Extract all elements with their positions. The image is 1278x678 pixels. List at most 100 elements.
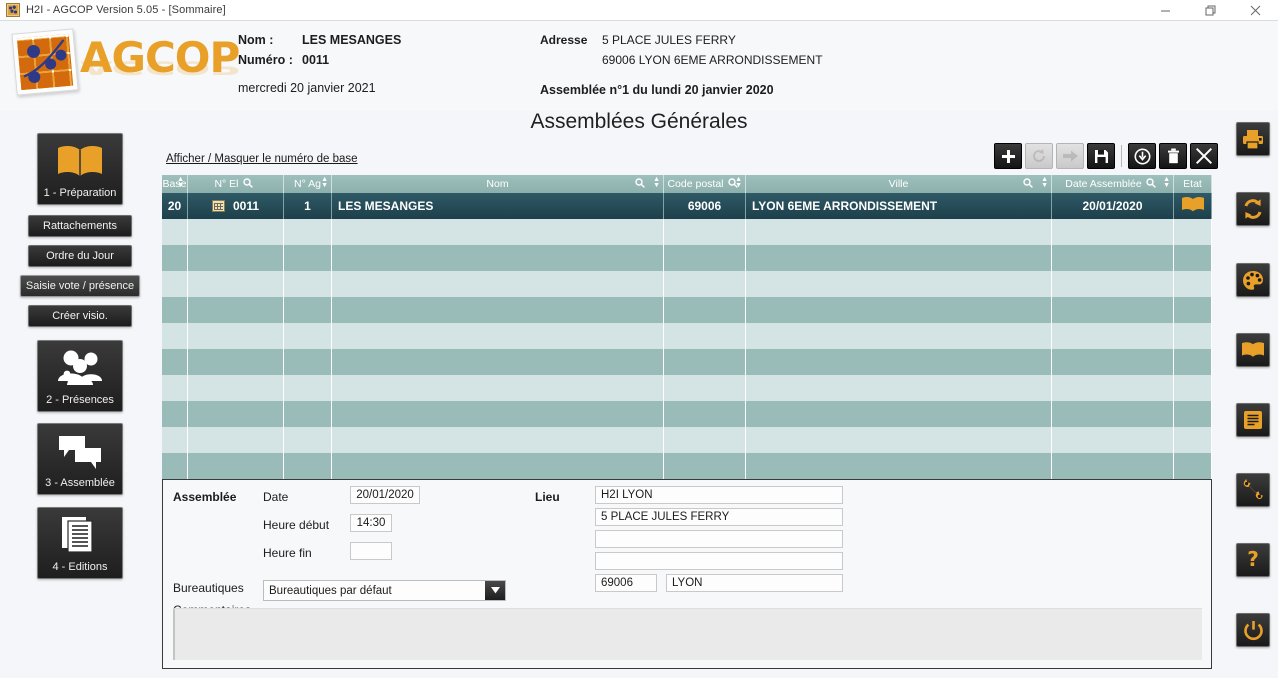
lieu-line-2-input[interactable]: 5 PLACE JULES FERRY bbox=[595, 508, 843, 526]
help-button[interactable]: ? bbox=[1236, 543, 1270, 577]
cell-date: 20/01/2020 bbox=[1052, 193, 1174, 219]
search-icon[interactable] bbox=[1023, 177, 1033, 191]
sidebar-item-creer-visio[interactable]: Créer visio. bbox=[28, 305, 132, 327]
building-icon bbox=[211, 200, 225, 212]
table-row-empty[interactable] bbox=[162, 297, 1212, 323]
sidebar-item-presences[interactable]: 2 - Présences bbox=[37, 340, 123, 412]
lieu-label: Lieu bbox=[535, 490, 560, 504]
wrench-icon bbox=[1243, 479, 1263, 499]
main-panel: Afficher / Masquer le numéro de base Bas… bbox=[160, 111, 1228, 678]
sort-icon[interactable]: ▲ ▼ bbox=[1163, 176, 1170, 189]
current-date: mercredi 20 janvier 2021 bbox=[238, 81, 376, 95]
search-icon[interactable] bbox=[242, 177, 253, 191]
tools-button[interactable] bbox=[1236, 473, 1270, 507]
table-row-empty[interactable] bbox=[162, 271, 1212, 297]
lieu-line-4-input[interactable] bbox=[595, 552, 843, 570]
cell-base: 20 bbox=[162, 193, 188, 219]
column-header-etat[interactable]: Etat bbox=[1174, 175, 1212, 193]
speech-bubbles-icon bbox=[55, 424, 105, 477]
people-group-icon bbox=[54, 341, 106, 394]
column-label-nom: Nom bbox=[486, 178, 509, 190]
sort-icon[interactable]: ▲ ▼ bbox=[735, 176, 742, 189]
sidebar-item-rattachements[interactable]: Rattachements bbox=[28, 215, 132, 237]
lieu-ville-input[interactable]: LYON bbox=[666, 574, 843, 592]
search-icon[interactable] bbox=[635, 177, 645, 191]
table-row-empty[interactable] bbox=[162, 323, 1212, 349]
restore-icon[interactable] bbox=[1188, 0, 1233, 21]
heure-debut-input[interactable]: 14:30 bbox=[350, 514, 392, 532]
table-row-empty[interactable] bbox=[162, 375, 1212, 401]
column-label-etat: Etat bbox=[1183, 178, 1202, 190]
plus-icon bbox=[1001, 149, 1015, 163]
sort-icon[interactable]: ▲ ▼ bbox=[653, 176, 660, 189]
sidebar-label-editions: 4 - Editions bbox=[52, 561, 108, 573]
quit-button[interactable] bbox=[1236, 613, 1270, 647]
lieu-line-3-input[interactable] bbox=[595, 530, 843, 548]
column-header-ville[interactable]: Ville ▲ ▼ bbox=[746, 175, 1052, 193]
sidebar-item-assemblee[interactable]: 3 - Assemblée bbox=[37, 423, 123, 495]
table-row-empty[interactable] bbox=[162, 245, 1212, 271]
lieu-line-1-input[interactable]: H2I LYON bbox=[595, 486, 843, 504]
column-header-base[interactable]: Base ▲ ▼ bbox=[162, 175, 188, 193]
table-row[interactable]: 20 0011 1 LES MESANGES 69006 LYON 6EME A… bbox=[162, 193, 1212, 219]
column-header-el[interactable]: N° El bbox=[188, 175, 284, 193]
arrow-right-icon bbox=[1062, 150, 1078, 162]
note-document-icon bbox=[1244, 411, 1262, 429]
close-x-icon bbox=[1196, 148, 1212, 164]
app-header: AGCOP AGCOP Nom : LES MESANGES Numéro : … bbox=[0, 21, 1278, 111]
sidebar-item-preparation[interactable]: 1 - Préparation bbox=[37, 133, 123, 205]
table-row-empty[interactable] bbox=[162, 401, 1212, 427]
column-label-cp: Code postal bbox=[667, 178, 724, 190]
minimize-icon[interactable] bbox=[1143, 0, 1188, 21]
sort-icon[interactable]: ▲ ▼ bbox=[1041, 176, 1048, 189]
close-icon[interactable] bbox=[1233, 0, 1278, 21]
sidebar-item-editions[interactable]: 4 - Editions bbox=[37, 507, 123, 579]
theme-button[interactable] bbox=[1236, 263, 1270, 297]
agcop-logo-icon bbox=[6, 3, 20, 17]
column-label-date: Date Assemblée bbox=[1065, 178, 1142, 190]
column-header-nom[interactable]: Nom ▲ ▼ bbox=[332, 175, 664, 193]
sidebar-item-saisie-vote-presence[interactable]: Saisie vote / présence bbox=[20, 275, 140, 297]
right-toolbar: ? bbox=[1228, 111, 1278, 678]
cell-etat bbox=[1174, 193, 1212, 219]
sidebar-item-ordre-du-jour[interactable]: Ordre du Jour bbox=[28, 245, 132, 267]
sort-icon[interactable]: ▲ ▼ bbox=[177, 176, 184, 189]
commentaires-textarea[interactable] bbox=[173, 608, 1202, 660]
column-label-ville: Ville bbox=[888, 178, 909, 190]
sort-icon[interactable]: ▲ ▼ bbox=[321, 176, 328, 189]
toolbar-separator bbox=[1121, 145, 1122, 167]
print-button[interactable] bbox=[1236, 122, 1270, 156]
notes-button[interactable] bbox=[1236, 403, 1270, 437]
cell-cp: 69006 bbox=[664, 193, 746, 219]
sidebar-label-preparation: 1 - Préparation bbox=[43, 187, 117, 199]
logo-grid-icon bbox=[11, 28, 79, 96]
add-button[interactable] bbox=[994, 143, 1022, 169]
table-row-empty[interactable] bbox=[162, 219, 1212, 245]
column-header-ag[interactable]: N° Ag ▲ ▼ bbox=[284, 175, 332, 193]
documents-stack-icon bbox=[58, 508, 102, 561]
toggle-base-number-link[interactable]: Afficher / Masquer le numéro de base bbox=[166, 153, 358, 165]
column-header-cp[interactable]: Code postal ▲ ▼ bbox=[664, 175, 746, 193]
column-header-date[interactable]: Date Assemblée ▲ ▼ bbox=[1052, 175, 1174, 193]
date-input[interactable]: 20/01/2020 bbox=[350, 486, 420, 504]
bureautiques-selected-value: Bureautiques par défaut bbox=[269, 584, 392, 597]
heure-fin-input[interactable] bbox=[350, 542, 392, 560]
chevron-down-icon[interactable] bbox=[485, 581, 505, 600]
heure-debut-label: Heure début bbox=[263, 518, 330, 532]
close-form-button[interactable] bbox=[1190, 143, 1218, 169]
table-row-empty[interactable] bbox=[162, 453, 1212, 479]
manual-button[interactable] bbox=[1236, 333, 1270, 367]
printer-icon bbox=[1243, 129, 1263, 150]
sync-button[interactable] bbox=[1236, 192, 1270, 226]
search-icon[interactable] bbox=[1146, 177, 1156, 191]
table-row-empty[interactable] bbox=[162, 349, 1212, 375]
numero-label: Numéro : bbox=[238, 53, 293, 67]
adresse-line-1: 5 PLACE JULES FERRY bbox=[602, 33, 736, 47]
save-button[interactable] bbox=[1087, 143, 1115, 169]
logo-curve-icon bbox=[23, 39, 65, 78]
download-button[interactable] bbox=[1128, 143, 1156, 169]
delete-button[interactable] bbox=[1159, 143, 1187, 169]
lieu-cp-input[interactable]: 69006 bbox=[595, 574, 657, 592]
table-row-empty[interactable] bbox=[162, 427, 1212, 453]
bureautiques-select[interactable]: Bureautiques par défaut bbox=[263, 580, 506, 601]
